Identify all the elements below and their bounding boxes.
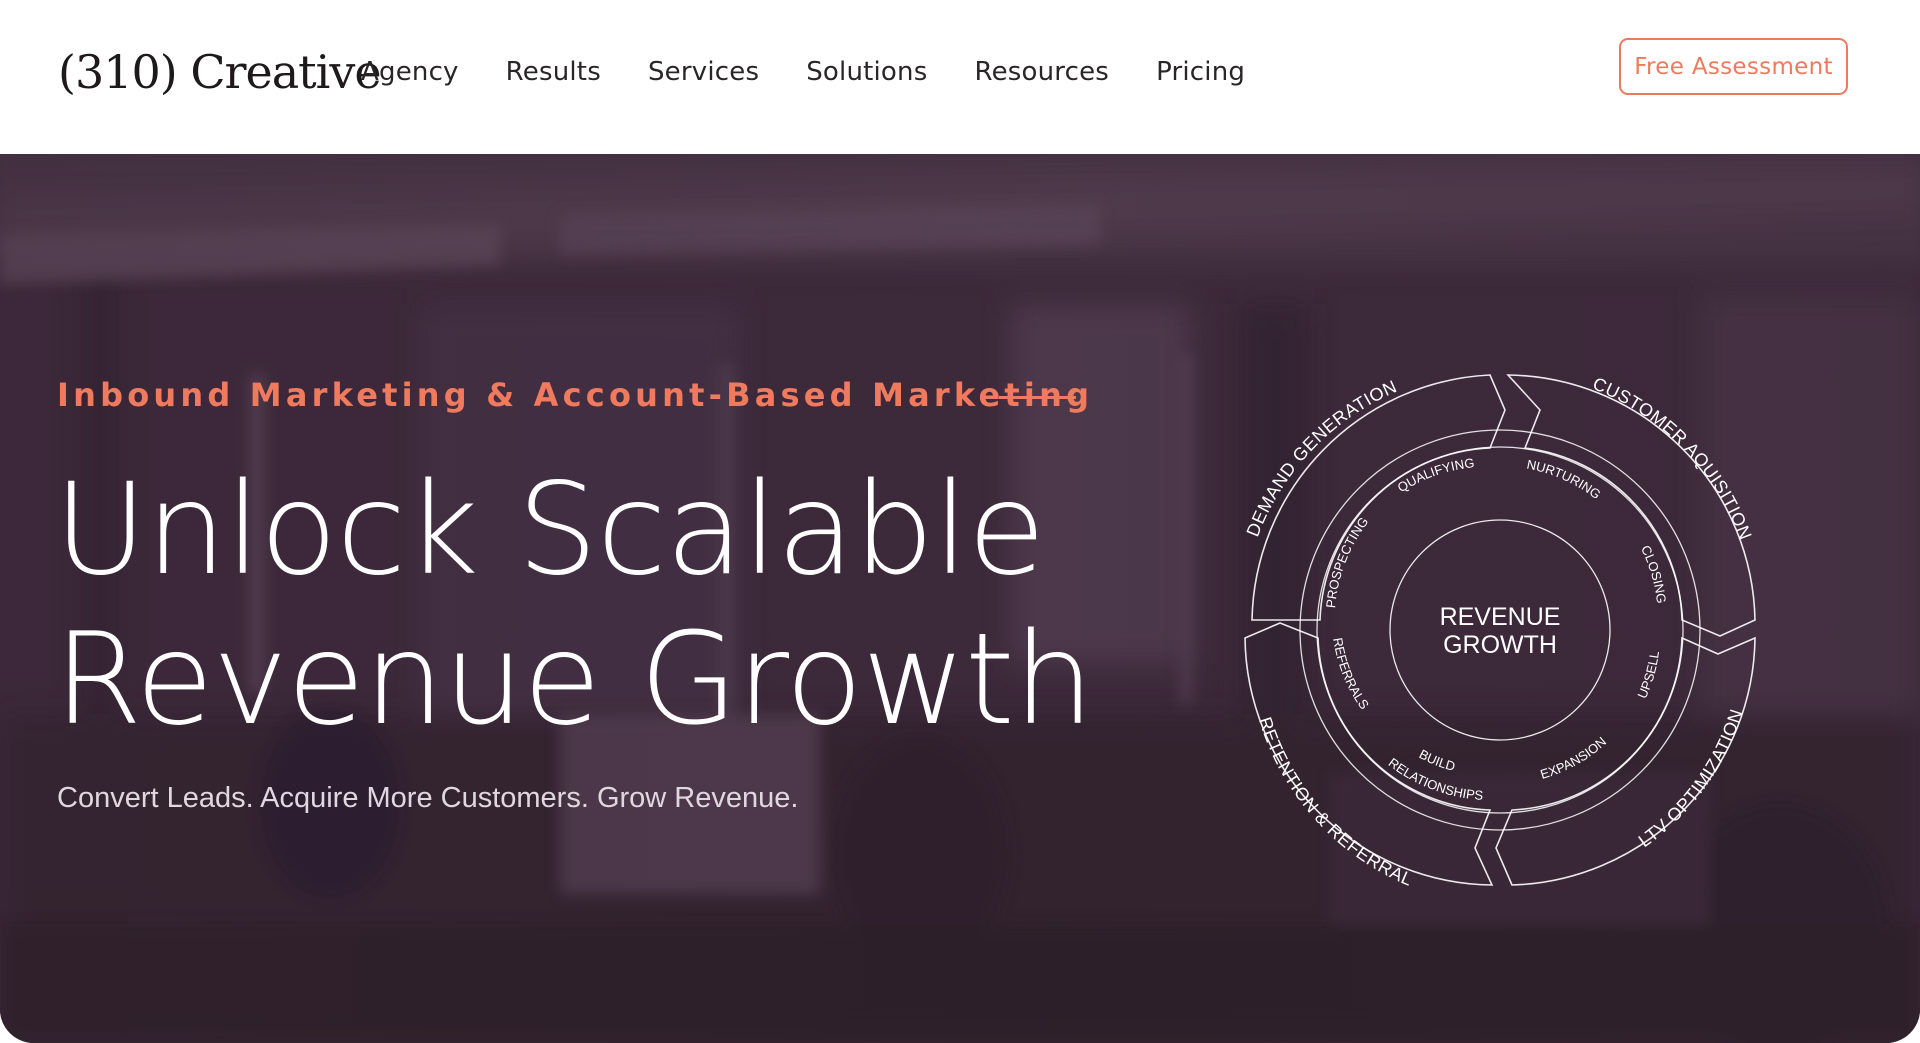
eyebrow-divider xyxy=(999,396,1076,399)
page: (310) Creative Agency Results Services S… xyxy=(0,0,1920,1043)
nav-link-pricing[interactable]: Pricing xyxy=(1156,57,1245,87)
stage-label-expansion: EXPANSION xyxy=(1539,734,1610,782)
hero-subheadline: Convert Leads. Acquire More Customers. G… xyxy=(57,782,799,814)
segment-label-ltv-optimization: LTV OPTIMIZATION xyxy=(1635,706,1747,851)
hero-eyebrow: Inbound Marketing & Account-Based Market… xyxy=(57,376,1094,414)
stage-label-upsell: UPSELL xyxy=(1634,650,1662,701)
headline-line-2: Revenue Growth xyxy=(54,605,1094,753)
main-menu: Agency Results Services Solutions Resour… xyxy=(361,52,1292,92)
stage-label-build: BUILD xyxy=(1417,746,1457,774)
nav-link-results[interactable]: Results xyxy=(506,57,601,87)
segment-label-customer-aquisition: CUSTOMER AQUISITION xyxy=(1590,373,1756,542)
segment-label-retention-referral: RETENTION & REFERRAL xyxy=(1255,715,1416,890)
top-navigation: (310) Creative Agency Results Services S… xyxy=(0,0,1920,154)
stage-label-qualifying: QUALIFYING xyxy=(1395,455,1475,495)
nav-link-agency[interactable]: Agency xyxy=(361,57,459,87)
free-assessment-button[interactable]: Free Assessment xyxy=(1619,38,1848,95)
segment-label-demand-generation: DEMAND GENERATION xyxy=(1243,376,1400,539)
nav-link-resources[interactable]: Resources xyxy=(974,57,1109,87)
stage-label-nurturing: NURTURING xyxy=(1525,457,1603,503)
stage-label-referrals: REFERRALS xyxy=(1330,636,1372,712)
headline-line-1: Unlock Scalable xyxy=(54,455,1046,603)
revenue-cycle-diagram: REVENUE GROWTH DEMAND GENERATION CUSTOME… xyxy=(1243,373,1756,890)
brand-logo[interactable]: (310) Creative xyxy=(58,42,382,102)
center-label-line1: REVENUE xyxy=(1440,603,1561,631)
center-label-line2: GROWTH xyxy=(1443,631,1557,659)
nav-link-solutions[interactable]: Solutions xyxy=(806,57,927,87)
stage-label-closing: CLOSING xyxy=(1638,543,1669,604)
hero-headline: Unlock Scalable Revenue Growth xyxy=(54,454,1154,754)
nav-link-services[interactable]: Services xyxy=(648,57,759,87)
hero-section: Inbound Marketing & Account-Based Market… xyxy=(0,154,1920,1043)
